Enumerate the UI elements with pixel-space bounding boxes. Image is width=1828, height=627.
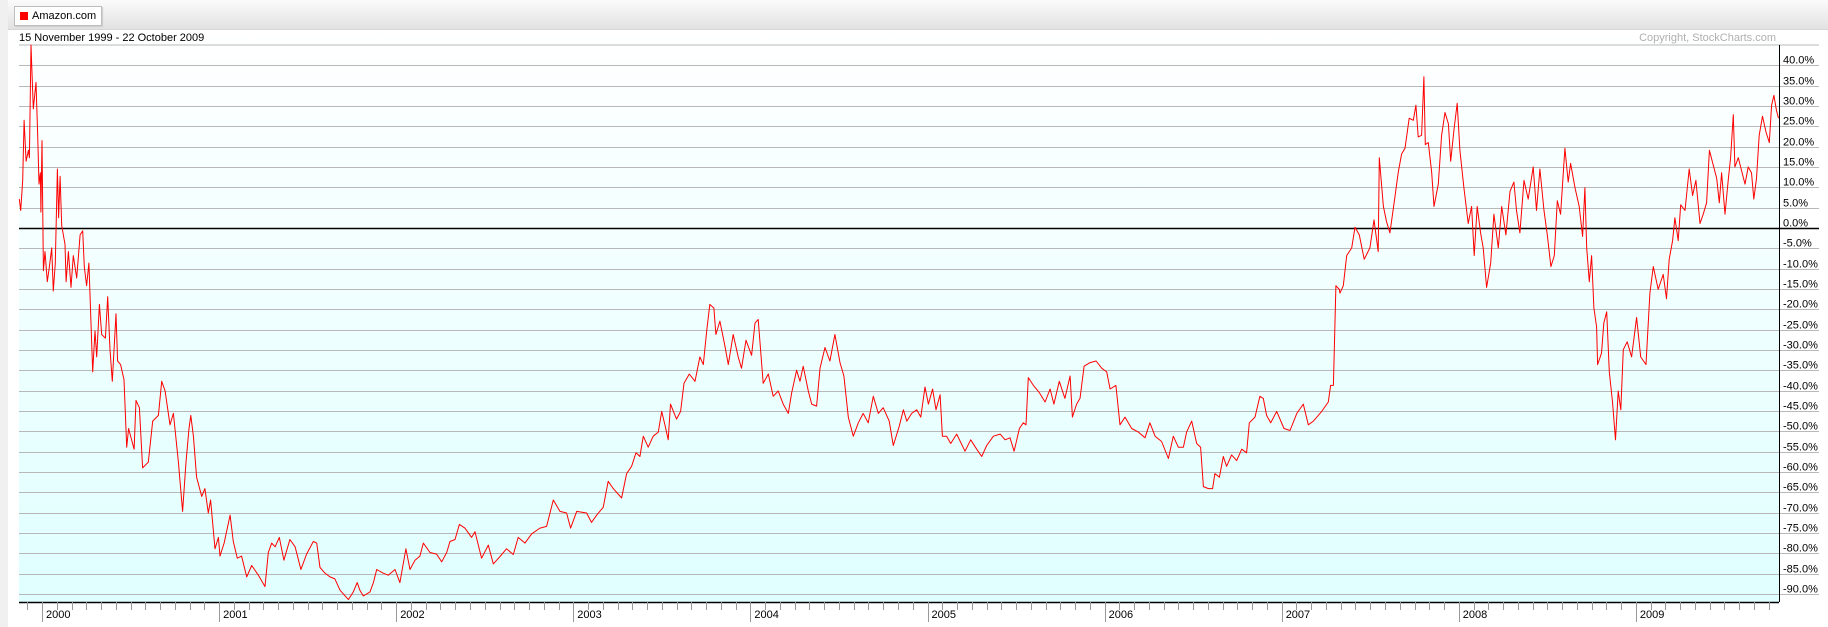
- y-tick-label: 35.0%: [1783, 76, 1814, 88]
- y-tick-label: 10.0%: [1783, 177, 1814, 189]
- y-tick-label: -65.0%: [1783, 482, 1818, 494]
- y-tick-label: -55.0%: [1783, 442, 1818, 454]
- y-tick-label: 5.0%: [1783, 198, 1808, 210]
- y-tick-label: -45.0%: [1783, 401, 1818, 413]
- x-tick-label: 2006: [1109, 609, 1133, 621]
- y-tick-label: -85.0%: [1783, 564, 1818, 576]
- y-tick-label: -50.0%: [1783, 421, 1818, 433]
- y-axis-labels: 40.0% 35.0% 30.0% 25.0% 20.0% 15.0% 10.0% 5.0% 0…: [1783, 55, 1818, 596]
- x-tick-label: 2001: [223, 609, 247, 621]
- y-tick-label: -70.0%: [1783, 503, 1818, 515]
- x-tick-label: 2005: [932, 609, 956, 621]
- x-tick-label: 2009: [1640, 609, 1664, 621]
- plot-area: [19, 30, 1779, 602]
- y-tick-label: -60.0%: [1783, 462, 1818, 474]
- y-tick-label: -40.0%: [1783, 381, 1818, 393]
- x-tick-label: 2004: [754, 609, 778, 621]
- y-tick-label: 20.0%: [1783, 137, 1814, 149]
- copyright-text: Copyright, StockCharts.com: [1639, 32, 1776, 44]
- date-range-label: 15 November 1999 - 22 October 2009: [19, 32, 205, 44]
- x-tick-label: 2000: [46, 609, 70, 621]
- x-tick-label: 2008: [1463, 609, 1487, 621]
- performance-chart: 40.0% 35.0% 30.0% 25.0% 20.0% 15.0% 10.0% 5.0% 0…: [18, 30, 1819, 622]
- y-tick-label: -5.0%: [1783, 238, 1812, 250]
- y-tick-label: -25.0%: [1783, 320, 1818, 332]
- y-tick-label: -20.0%: [1783, 299, 1818, 311]
- x-tick-label: 2002: [400, 609, 424, 621]
- x-tick-label: 2007: [1286, 609, 1310, 621]
- y-tick-label: -30.0%: [1783, 340, 1818, 352]
- y-tick-label: 30.0%: [1783, 96, 1814, 108]
- y-tick-label: -35.0%: [1783, 360, 1818, 372]
- y-tick-label: -90.0%: [1783, 584, 1818, 596]
- x-tick-label: 2003: [577, 609, 601, 621]
- y-tick-label: -75.0%: [1783, 523, 1818, 535]
- y-tick-label: 15.0%: [1783, 157, 1814, 169]
- y-tick-label: 25.0%: [1783, 116, 1814, 128]
- y-tick-label: 0.0%: [1783, 218, 1808, 230]
- y-tick-label: -15.0%: [1783, 279, 1818, 291]
- x-axis: 2000 2001 2002 2003 2004 2005 2006 2007 2008 2009: [27, 602, 1770, 622]
- y-tick-label: 40.0%: [1783, 55, 1814, 67]
- y-tick-label: -10.0%: [1783, 259, 1818, 271]
- y-tick-label: -80.0%: [1783, 543, 1818, 555]
